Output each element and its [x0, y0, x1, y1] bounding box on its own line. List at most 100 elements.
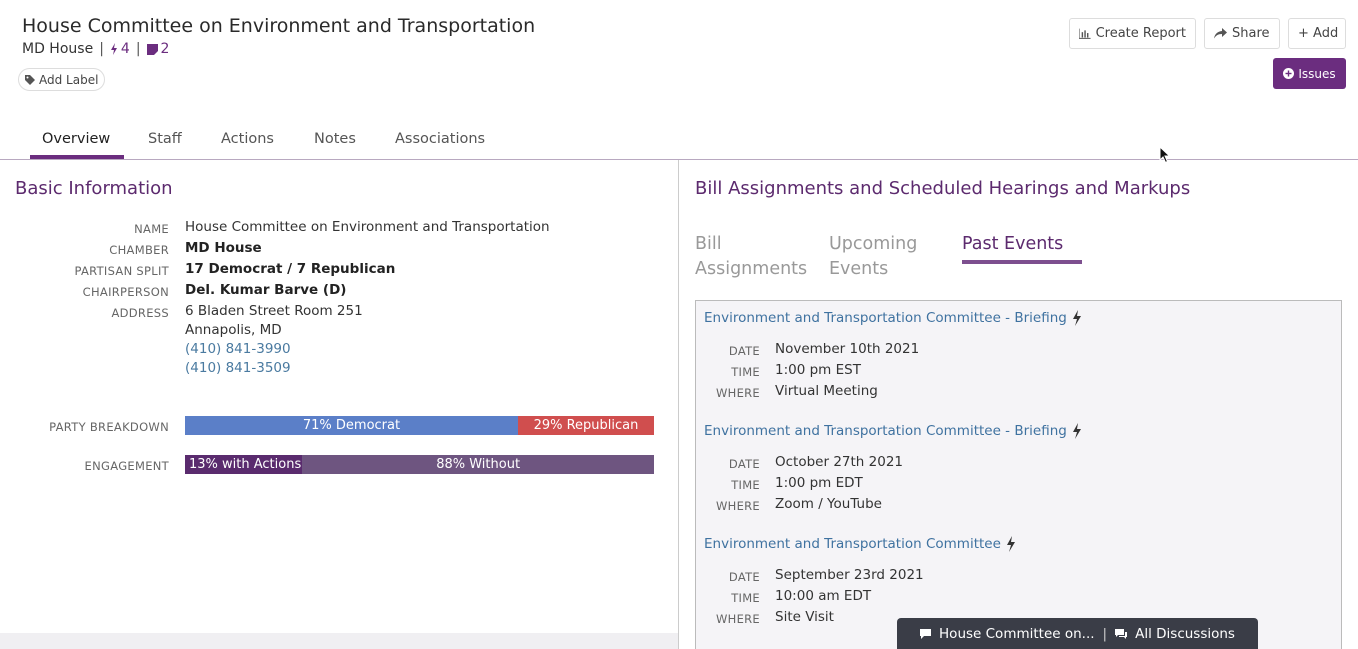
- mouse-cursor-icon: [1159, 146, 1171, 164]
- lightning-icon: [1006, 536, 1015, 552]
- event-time-label: TIME: [731, 365, 760, 379]
- event-title-text: Environment and Transportation Committee: [704, 536, 1001, 552]
- info-label-chamber: CHAMBER: [109, 243, 169, 257]
- note-icon: [146, 43, 158, 55]
- event-title-text: Environment and Transportation Committee…: [704, 310, 1067, 326]
- notes-count: 2: [160, 41, 170, 57]
- subtab-past-events[interactable]: Past Events: [962, 232, 1063, 257]
- current-discussion-button[interactable]: House Committee on...: [939, 626, 1095, 642]
- share-label: Share: [1232, 26, 1270, 41]
- tab-associations[interactable]: Associations: [395, 131, 485, 147]
- party-breakdown-bar: 71% Democrat 29% Republican: [185, 416, 654, 435]
- event-date-label: DATE: [728, 344, 760, 358]
- event-time: 1:00 pm EDT: [775, 475, 863, 491]
- separator: |: [135, 41, 141, 57]
- actions-count-link[interactable]: 4: [110, 41, 130, 57]
- subtab-upcoming-events[interactable]: Upcoming Events: [829, 232, 917, 282]
- page-title: House Committee on Environment and Trans…: [22, 15, 536, 37]
- info-value-chairperson: Del. Kumar Barve (D): [185, 282, 347, 298]
- subtab-bill-assignments[interactable]: Bill Assignments: [695, 232, 807, 282]
- event-date-label: DATE: [728, 570, 760, 584]
- chamber-text: MD House: [22, 41, 94, 57]
- tab-actions[interactable]: Actions: [221, 131, 274, 147]
- active-tab-indicator: [30, 155, 124, 159]
- share-icon: [1214, 28, 1227, 39]
- phone-link-1[interactable]: (410) 841-3990: [185, 341, 291, 357]
- engagement-bar: 13% with Actions 88% Without: [185, 455, 654, 474]
- create-report-button[interactable]: Create Report: [1069, 18, 1196, 49]
- issues-label: Issues: [1298, 66, 1336, 81]
- discussions-bar: House Committee on... | All Discussions: [897, 618, 1258, 649]
- subtab-upcoming-events-line2: Events: [829, 259, 889, 279]
- party-breakdown-label: PARTY BREAKDOWN: [49, 420, 169, 434]
- info-label-address: ADDRESS: [111, 306, 169, 320]
- event-title-text: Environment and Transportation Committee…: [704, 423, 1067, 439]
- event-where-label: WHERE: [715, 612, 760, 626]
- info-label-partisan-split: PARTISAN SPLIT: [74, 264, 169, 278]
- info-label-name: NAME: [134, 222, 169, 236]
- event-where-label: WHERE: [715, 499, 760, 513]
- event-where-label: WHERE: [715, 386, 760, 400]
- issues-button[interactable]: Issues: [1273, 58, 1346, 89]
- engagement-label: ENGAGEMENT: [84, 459, 169, 473]
- event-where: Site Visit: [775, 609, 834, 625]
- add-label-button[interactable]: Add Label: [18, 68, 106, 91]
- share-button[interactable]: Share: [1204, 18, 1280, 49]
- tab-overview[interactable]: Overview: [42, 131, 110, 147]
- event-date: November 10th 2021: [775, 341, 920, 357]
- bill-assignments-title: Bill Assignments and Scheduled Hearings …: [695, 178, 1191, 199]
- lightning-icon: [110, 43, 117, 55]
- header-subtitle: MD House | 4 | 2: [22, 41, 169, 57]
- event-time-label: TIME: [731, 591, 760, 605]
- subtab-upcoming-events-line1: Upcoming: [829, 234, 918, 254]
- republican-segment: 29% Republican: [517, 416, 654, 435]
- tab-bar: Overview Staff Actions Notes Association…: [0, 128, 1358, 160]
- with-actions-segment: 13% with Actions: [185, 455, 303, 474]
- democrat-segment: 71% Democrat: [185, 416, 518, 435]
- add-label-text: Add Label: [39, 72, 99, 87]
- active-subtab-indicator: [962, 260, 1082, 264]
- plus-circle-icon: [1283, 68, 1295, 79]
- subtab-bill-assignments-line1: Bill: [695, 234, 722, 254]
- phone-link-2[interactable]: (410) 841-3509: [185, 360, 291, 376]
- event-where: Zoom / YouTube: [775, 496, 882, 512]
- info-value-address-line2: Annapolis, MD: [185, 322, 282, 338]
- past-events-list: Environment and Transportation Committee…: [695, 300, 1342, 649]
- event-title-link[interactable]: Environment and Transportation Committee…: [704, 310, 1082, 326]
- event-date-label: DATE: [728, 457, 760, 471]
- info-value-partisan-split: 17 Democrat / 7 Republican: [185, 261, 396, 277]
- comment-icon: [920, 628, 932, 639]
- event-title-link[interactable]: Environment and Transportation Committee…: [704, 423, 1082, 439]
- basic-info-title: Basic Information: [15, 178, 173, 199]
- tag-icon: [25, 74, 35, 85]
- notes-count-link[interactable]: 2: [146, 41, 170, 57]
- bar-chart-icon: [1079, 28, 1091, 39]
- add-label: + Add: [1298, 26, 1339, 41]
- event-date: October 27th 2021: [775, 454, 903, 470]
- info-value-name: House Committee on Environment and Trans…: [185, 219, 550, 235]
- all-discussions-button[interactable]: All Discussions: [1135, 626, 1235, 642]
- lightning-icon: [1072, 310, 1081, 326]
- info-value-address-line1: 6 Bladen Street Room 251: [185, 303, 363, 319]
- event-date: September 23rd 2021: [775, 567, 924, 583]
- event-time-label: TIME: [731, 478, 760, 492]
- bottom-strip: [0, 633, 678, 649]
- event-where: Virtual Meeting: [775, 383, 878, 399]
- separator: |: [1102, 625, 1108, 642]
- event-title-link[interactable]: Environment and Transportation Committee: [704, 536, 1016, 552]
- panel-divider: [678, 160, 679, 649]
- info-value-chamber: MD House: [185, 240, 262, 256]
- lightning-icon: [1072, 423, 1081, 439]
- tab-staff[interactable]: Staff: [148, 131, 182, 147]
- create-report-label: Create Report: [1095, 26, 1186, 41]
- info-label-chairperson: CHAIRPERSON: [82, 285, 169, 299]
- add-button[interactable]: + Add: [1288, 18, 1346, 49]
- separator: |: [99, 41, 104, 57]
- event-time: 1:00 pm EST: [775, 362, 861, 378]
- event-time: 10:00 am EDT: [775, 588, 872, 604]
- tab-notes[interactable]: Notes: [314, 131, 356, 147]
- comments-icon: [1115, 628, 1128, 639]
- actions-count: 4: [120, 41, 130, 57]
- subtab-bill-assignments-line2: Assignments: [695, 259, 808, 279]
- without-segment: 88% Without: [302, 455, 654, 474]
